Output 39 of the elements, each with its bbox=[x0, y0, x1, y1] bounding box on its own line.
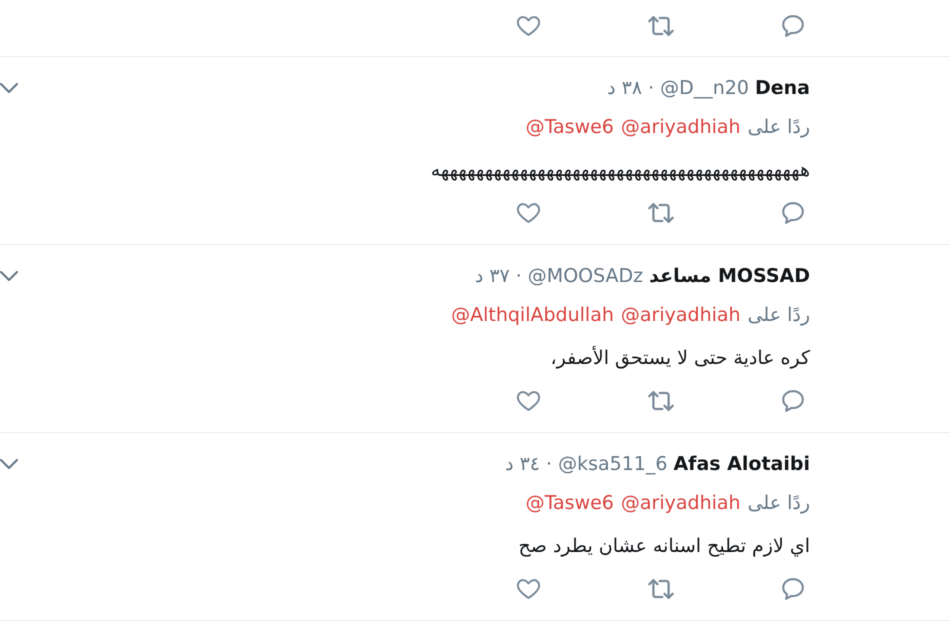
timestamp[interactable]: ٣٤ د bbox=[505, 451, 540, 477]
speech-bubble-icon[interactable] bbox=[782, 15, 804, 37]
mention-link[interactable]: @AlthqilAbdullah bbox=[451, 302, 614, 328]
repeat-arrows-icon[interactable] bbox=[648, 579, 674, 599]
tweet-text: ههههههههههههههههههههههههههههههههههههههههههه bbox=[430, 158, 810, 183]
heart-icon[interactable] bbox=[517, 16, 540, 36]
heart-icon[interactable] bbox=[517, 579, 540, 599]
heart-icon[interactable] bbox=[517, 203, 540, 223]
repeat-arrows-icon[interactable] bbox=[648, 16, 674, 36]
mention-link[interactable]: @ariyadhiah bbox=[620, 114, 741, 140]
timestamp[interactable]: ٣٧ د bbox=[474, 263, 510, 289]
user-name[interactable]: Dena bbox=[754, 75, 810, 101]
user-handle[interactable]: @MOOSADz bbox=[528, 263, 644, 289]
mention-link[interactable]: @Taswe6 bbox=[526, 490, 614, 516]
tweet-text: كره عادية حتى لا يستحق الأصفر، bbox=[550, 345, 810, 371]
user-name[interactable]: MOSSAD مساعد bbox=[649, 263, 810, 289]
reply-to-label: ردًا على bbox=[748, 115, 810, 140]
chevron-down-icon[interactable] bbox=[0, 83, 18, 93]
mention-link[interactable]: @ariyadhiah bbox=[620, 490, 741, 516]
speech-bubble-icon[interactable] bbox=[782, 390, 804, 412]
repeat-arrows-icon[interactable] bbox=[648, 203, 674, 223]
speech-bubble-icon[interactable] bbox=[782, 202, 804, 224]
mention-link[interactable]: @Taswe6 bbox=[526, 114, 614, 140]
reply-to-label: ردًا على bbox=[748, 303, 810, 328]
heart-icon[interactable] bbox=[517, 391, 540, 411]
separator-dot: · bbox=[516, 264, 522, 289]
separator-dot: · bbox=[546, 452, 552, 477]
user-handle[interactable]: @ksa511_6 bbox=[558, 451, 668, 477]
repeat-arrows-icon[interactable] bbox=[648, 391, 674, 411]
timestamp[interactable]: ٣٨ د bbox=[607, 75, 642, 101]
mention-link[interactable]: @ariyadhiah bbox=[620, 302, 741, 328]
chevron-down-icon[interactable] bbox=[0, 271, 18, 281]
separator-dot: · bbox=[648, 76, 654, 101]
reply-to-label: ردًا على bbox=[748, 491, 810, 516]
user-name[interactable]: Afas Alotaibi bbox=[673, 451, 810, 477]
user-handle[interactable]: @D__n20 bbox=[660, 75, 749, 101]
speech-bubble-icon[interactable] bbox=[782, 578, 804, 600]
tweet-text: اي لازم تطيح اسنانه عشان يطرد صح bbox=[518, 534, 810, 559]
chevron-down-icon[interactable] bbox=[0, 459, 18, 469]
